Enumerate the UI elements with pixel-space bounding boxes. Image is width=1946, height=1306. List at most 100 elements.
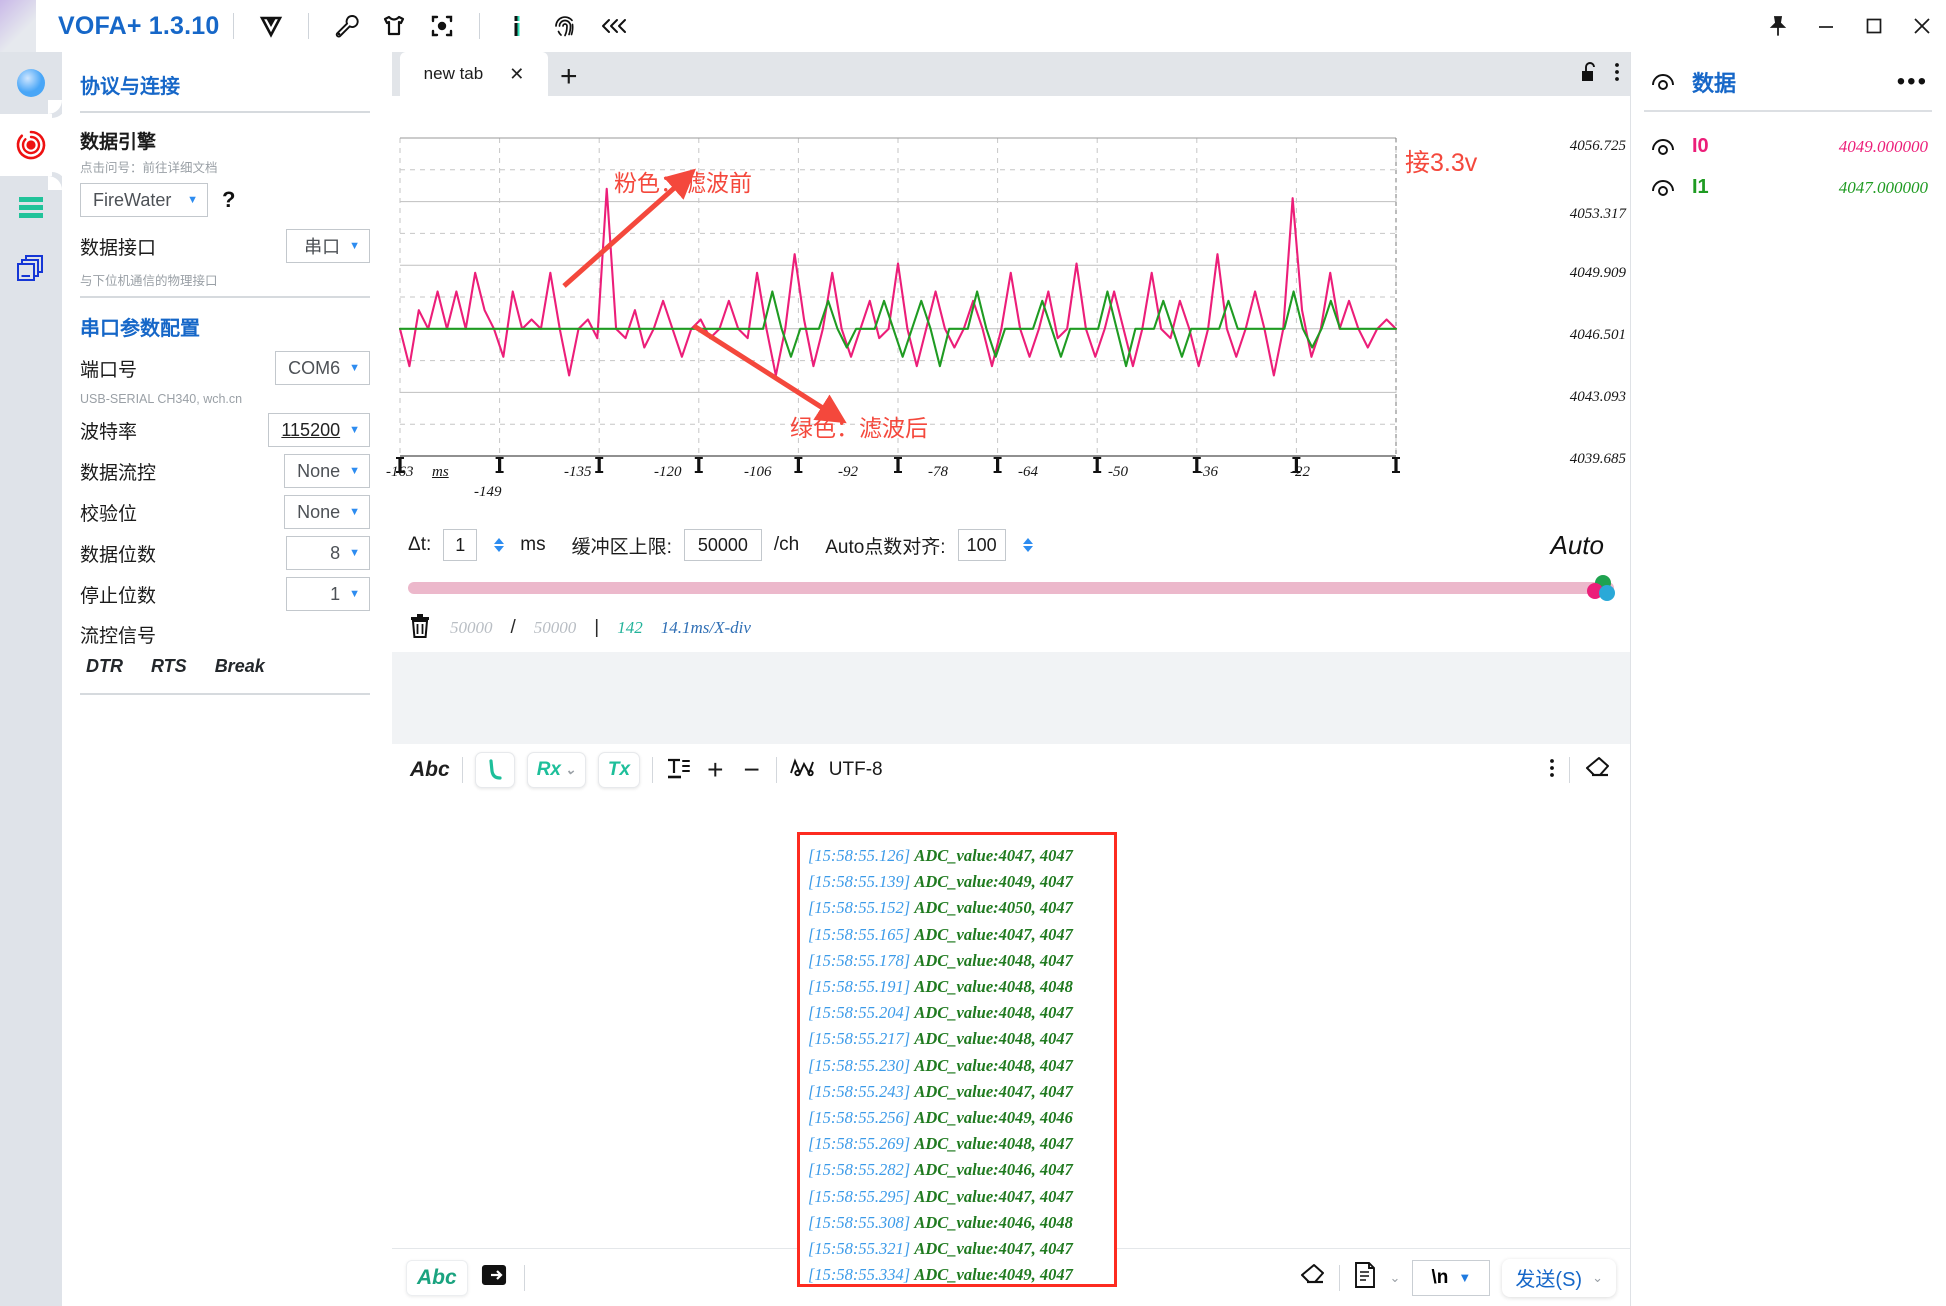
visibility-eye-icon[interactable] [1650,177,1676,199]
align-input[interactable]: 100 [957,529,1006,561]
buffer-input[interactable]: 50000 [683,529,762,561]
databits-select[interactable]: 8 ▼ [286,536,370,570]
auto-label[interactable]: Auto [1551,530,1615,561]
data-engine-select[interactable]: FireWater ▼ [80,183,208,217]
channel-value: 4049.000000 [1838,136,1928,156]
x-tick-label: -120 [654,464,682,480]
add-tab-button[interactable]: + [548,62,590,96]
encoding-label[interactable]: UTF-8 [829,759,883,781]
close-icon[interactable] [1898,0,1946,52]
shirt-icon[interactable] [377,9,411,43]
capture-icon[interactable] [425,9,459,43]
log-line: [15:58:55.295] ADC_value:4047, 4047 [808,1184,1114,1210]
data-interface-select[interactable]: 串口 ▼ [286,229,370,263]
visibility-eye-icon[interactable] [1650,71,1676,93]
baud-select[interactable]: 115200 ▼ [268,413,370,447]
settings-panel: 协议与连接 数据引擎 点击问号：前往详细文档 FireWater ▼ ? 数据接… [62,52,392,1306]
log-value: ADC_value:4047, 4047 [914,1239,1073,1259]
visibility-eye-icon[interactable] [1650,136,1676,158]
divider [80,693,370,695]
minimize-icon[interactable] [1802,0,1850,52]
help-question-icon[interactable]: ? [222,187,235,213]
increase-font-button[interactable]: + [703,756,727,784]
timeline-scrollbar[interactable] [392,574,1630,604]
send-button[interactable]: 发送(S) ⌄ [1502,1258,1616,1297]
log-line: [15:58:55.139] ADC_value:4049, 4047 [808,869,1114,895]
buffer-used: 50000 [450,618,493,637]
terminal-log-output[interactable]: [15:58:55.126] ADC_value:4047, 4047 [15:5… [797,832,1117,1287]
record-target-icon[interactable] [0,100,62,190]
log-line: [15:58:55.204] ADC_value:4048, 4047 [808,1000,1114,1026]
data-engine-hint: 点击问号：前往详细文档 [80,161,218,175]
timeline-track[interactable] [408,582,1614,594]
log-line: [15:58:55.230] ADC_value:4048, 4047 [808,1053,1114,1079]
port-value: COM6 [288,357,341,378]
timeline-knob[interactable] [1586,574,1616,604]
baud-label: 波特率 [80,421,138,443]
tab-close-icon[interactable]: ✕ [509,64,524,85]
wrench-icon[interactable] [329,9,363,43]
log-line: [15:58:55.334] ADC_value:4049, 4047 [808,1262,1114,1284]
fingerprint-icon[interactable] [548,9,582,43]
chart-area[interactable]: VOFA 4056.725 4053.317 4049.909 4046.501… [386,96,1630,516]
decrease-font-button[interactable]: − [739,756,763,784]
log-line: [15:58:55.178] ADC_value:4048, 4047 [808,948,1114,974]
dt-stepper[interactable] [494,538,505,552]
panel-title: 协议与连接 [80,76,180,98]
eraser-icon[interactable] [1299,1262,1327,1293]
unlock-icon[interactable] [1580,61,1600,88]
rts-button[interactable]: RTS [151,656,187,677]
center-column: new tab ✕ + VOFA 4056.725 4053.317 4049.… [386,52,1630,1306]
tab-bar-actions [1580,61,1620,88]
log-timestamp: [15:58:55.308] [808,1212,915,1232]
trash-icon[interactable] [408,613,432,644]
tab-new-tab[interactable]: new tab ✕ [400,52,548,96]
stopbits-select[interactable]: 1 ▼ [286,577,370,611]
more-vertical-icon[interactable] [1614,61,1620,88]
divider [523,1264,525,1291]
chevron-down-icon: ▼ [349,239,360,252]
log-timestamp: [15:58:55.165] [808,924,915,944]
collapse-left-icon[interactable] [596,9,630,43]
databits-value: 8 [330,542,341,563]
folder-send-icon[interactable] [480,1261,510,1294]
data-panel-menu-icon[interactable]: ••• [1897,69,1928,94]
eraser-icon[interactable] [1584,755,1612,786]
list-lines-icon[interactable] [0,176,62,238]
info-icon[interactable] [500,9,534,43]
hook-icon[interactable] [474,752,515,788]
line-ending-select[interactable]: \n ▼ [1412,1259,1491,1296]
file-icon[interactable] [1352,1261,1378,1294]
parity-select[interactable]: None ▼ [284,495,370,529]
flowctl-select[interactable]: None ▼ [284,454,370,488]
rx-button[interactable]: Rx ⌄ [526,752,586,788]
chevron-down-icon: ⌄ [1592,1269,1603,1285]
waveform-icon[interactable] [789,757,817,784]
x-tick-label: -163 [386,464,414,480]
align-stepper[interactable] [1022,538,1033,552]
layers-icon[interactable] [0,238,62,300]
terminal-toolbar: Abc Rx ⌄ Tx + − UTF-8 [392,744,1630,796]
dtr-button[interactable]: DTR [86,656,123,677]
buffer-total: 50000 [533,618,577,637]
log-line: [15:58:55.269] ADC_value:4048, 4047 [808,1131,1114,1157]
data-row-i1[interactable]: I1 4047.000000 [1630,167,1946,208]
chevron-down-icon: ▼ [187,193,198,206]
abc-format-button[interactable]: Abc [410,758,450,782]
pin-icon[interactable] [1754,0,1802,52]
more-vertical-icon[interactable] [1549,757,1555,784]
log-value: ADC_value:4048, 4047 [914,950,1073,970]
vofa-logo-icon[interactable] [254,9,288,43]
tx-button[interactable]: Tx [597,752,641,788]
annotation-pink-label: 粉色：滤波前 [614,170,752,196]
port-select[interactable]: COM6 ▼ [275,351,370,385]
maximize-icon[interactable] [1850,0,1898,52]
data-row-i0[interactable]: I0 4049.000000 [1630,126,1946,167]
log-value: ADC_value:4046, 4048 [914,1212,1073,1232]
send-abc-button[interactable]: Abc [406,1259,468,1296]
break-button[interactable]: Break [215,656,265,677]
chevron-down-icon[interactable]: ⌄ [1390,1270,1401,1286]
divider [478,13,480,39]
dt-input[interactable]: 1 [443,529,478,561]
text-format-icon[interactable] [665,755,691,786]
